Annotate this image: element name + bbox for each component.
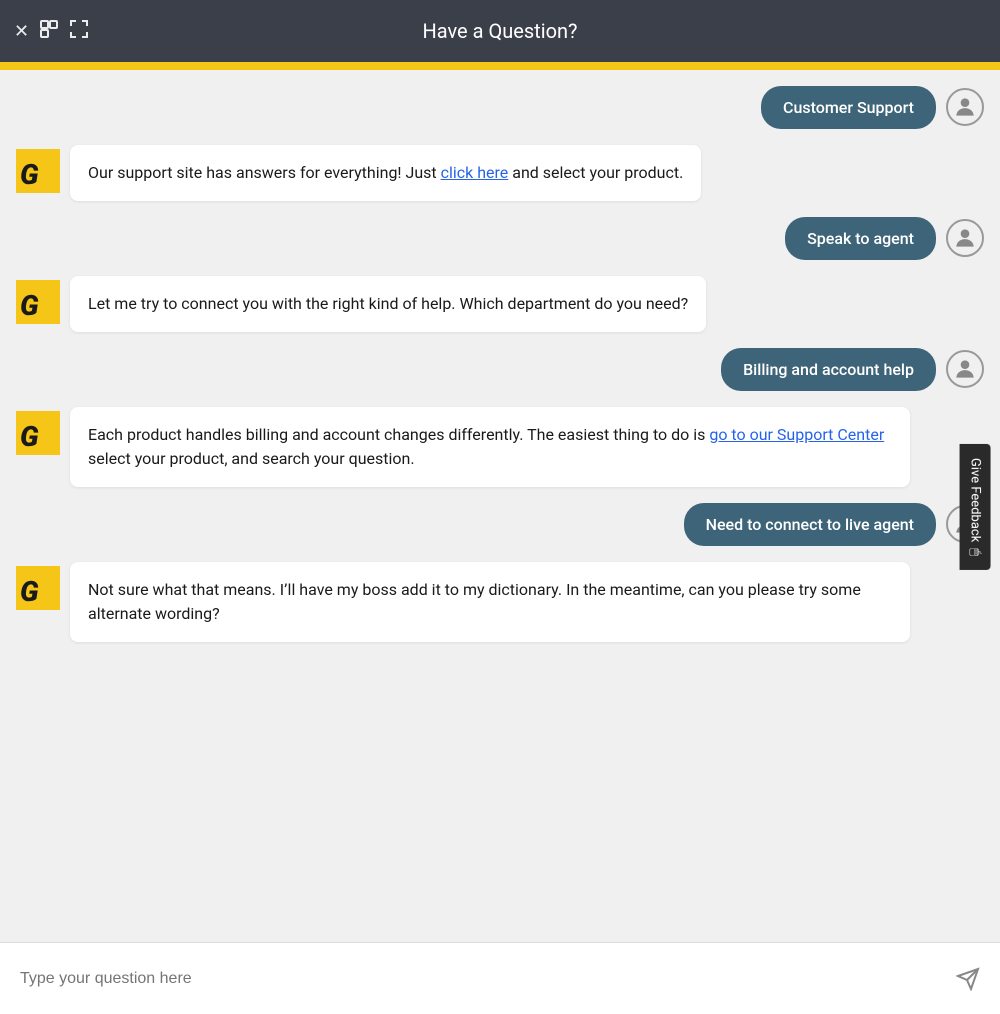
close-icon[interactable]: ✕ xyxy=(14,21,29,42)
user-message-row: Customer Support xyxy=(16,86,984,129)
send-icon xyxy=(956,967,980,991)
bot-avatar: G xyxy=(16,566,60,610)
user-avatar xyxy=(946,350,984,388)
user-bubble: Need to connect to live agent xyxy=(684,503,936,546)
feedback-cursor-icon: 🖱 xyxy=(967,548,982,556)
bot-link[interactable]: click here xyxy=(441,163,509,182)
fullscreen-icon[interactable] xyxy=(69,19,89,44)
top-strip xyxy=(0,62,1000,70)
chat-area: Customer Support G Our support site has … xyxy=(0,70,1000,942)
bot-bubble: Not sure what that means. I’ll have my b… xyxy=(70,562,910,642)
bot-bubble: Each product handles billing and account… xyxy=(70,407,910,487)
user-bubble: Billing and account help xyxy=(721,348,936,391)
bot-bubble: Let me try to connect you with the right… xyxy=(70,276,706,332)
input-area xyxy=(0,942,1000,1014)
bot-message-row: G Let me try to connect you with the rig… xyxy=(16,276,984,332)
expand-icon[interactable] xyxy=(39,19,59,44)
user-bubble: Customer Support xyxy=(761,86,936,129)
user-avatar xyxy=(946,219,984,257)
bot-message-row: G Each product handles billing and accou… xyxy=(16,407,984,487)
user-avatar xyxy=(946,88,984,126)
header-controls: ✕ xyxy=(14,19,89,44)
bot-link[interactable]: go to our Support Center xyxy=(709,425,884,444)
page-title: Have a Question? xyxy=(423,19,578,43)
user-message-row: Billing and account help xyxy=(16,348,984,391)
chat-header: ✕ Have a Question? xyxy=(0,0,1000,62)
user-message-row: Need to connect to live agent xyxy=(16,503,984,546)
send-button[interactable] xyxy=(956,967,980,991)
feedback-label: Give Feedback xyxy=(967,458,982,542)
bot-avatar: G xyxy=(16,280,60,324)
bot-avatar: G xyxy=(16,411,60,455)
user-message-row: Speak to agent xyxy=(16,217,984,260)
bot-message-row: G Not sure what that means. I’ll have my… xyxy=(16,562,984,642)
bot-bubble: Our support site has answers for everyth… xyxy=(70,145,701,201)
feedback-tab[interactable]: Give Feedback 🖱 xyxy=(959,444,990,570)
bot-avatar: G xyxy=(16,149,60,193)
user-bubble: Speak to agent xyxy=(785,217,936,260)
message-input[interactable] xyxy=(20,970,944,988)
bot-message-row: G Our support site has answers for every… xyxy=(16,145,984,201)
